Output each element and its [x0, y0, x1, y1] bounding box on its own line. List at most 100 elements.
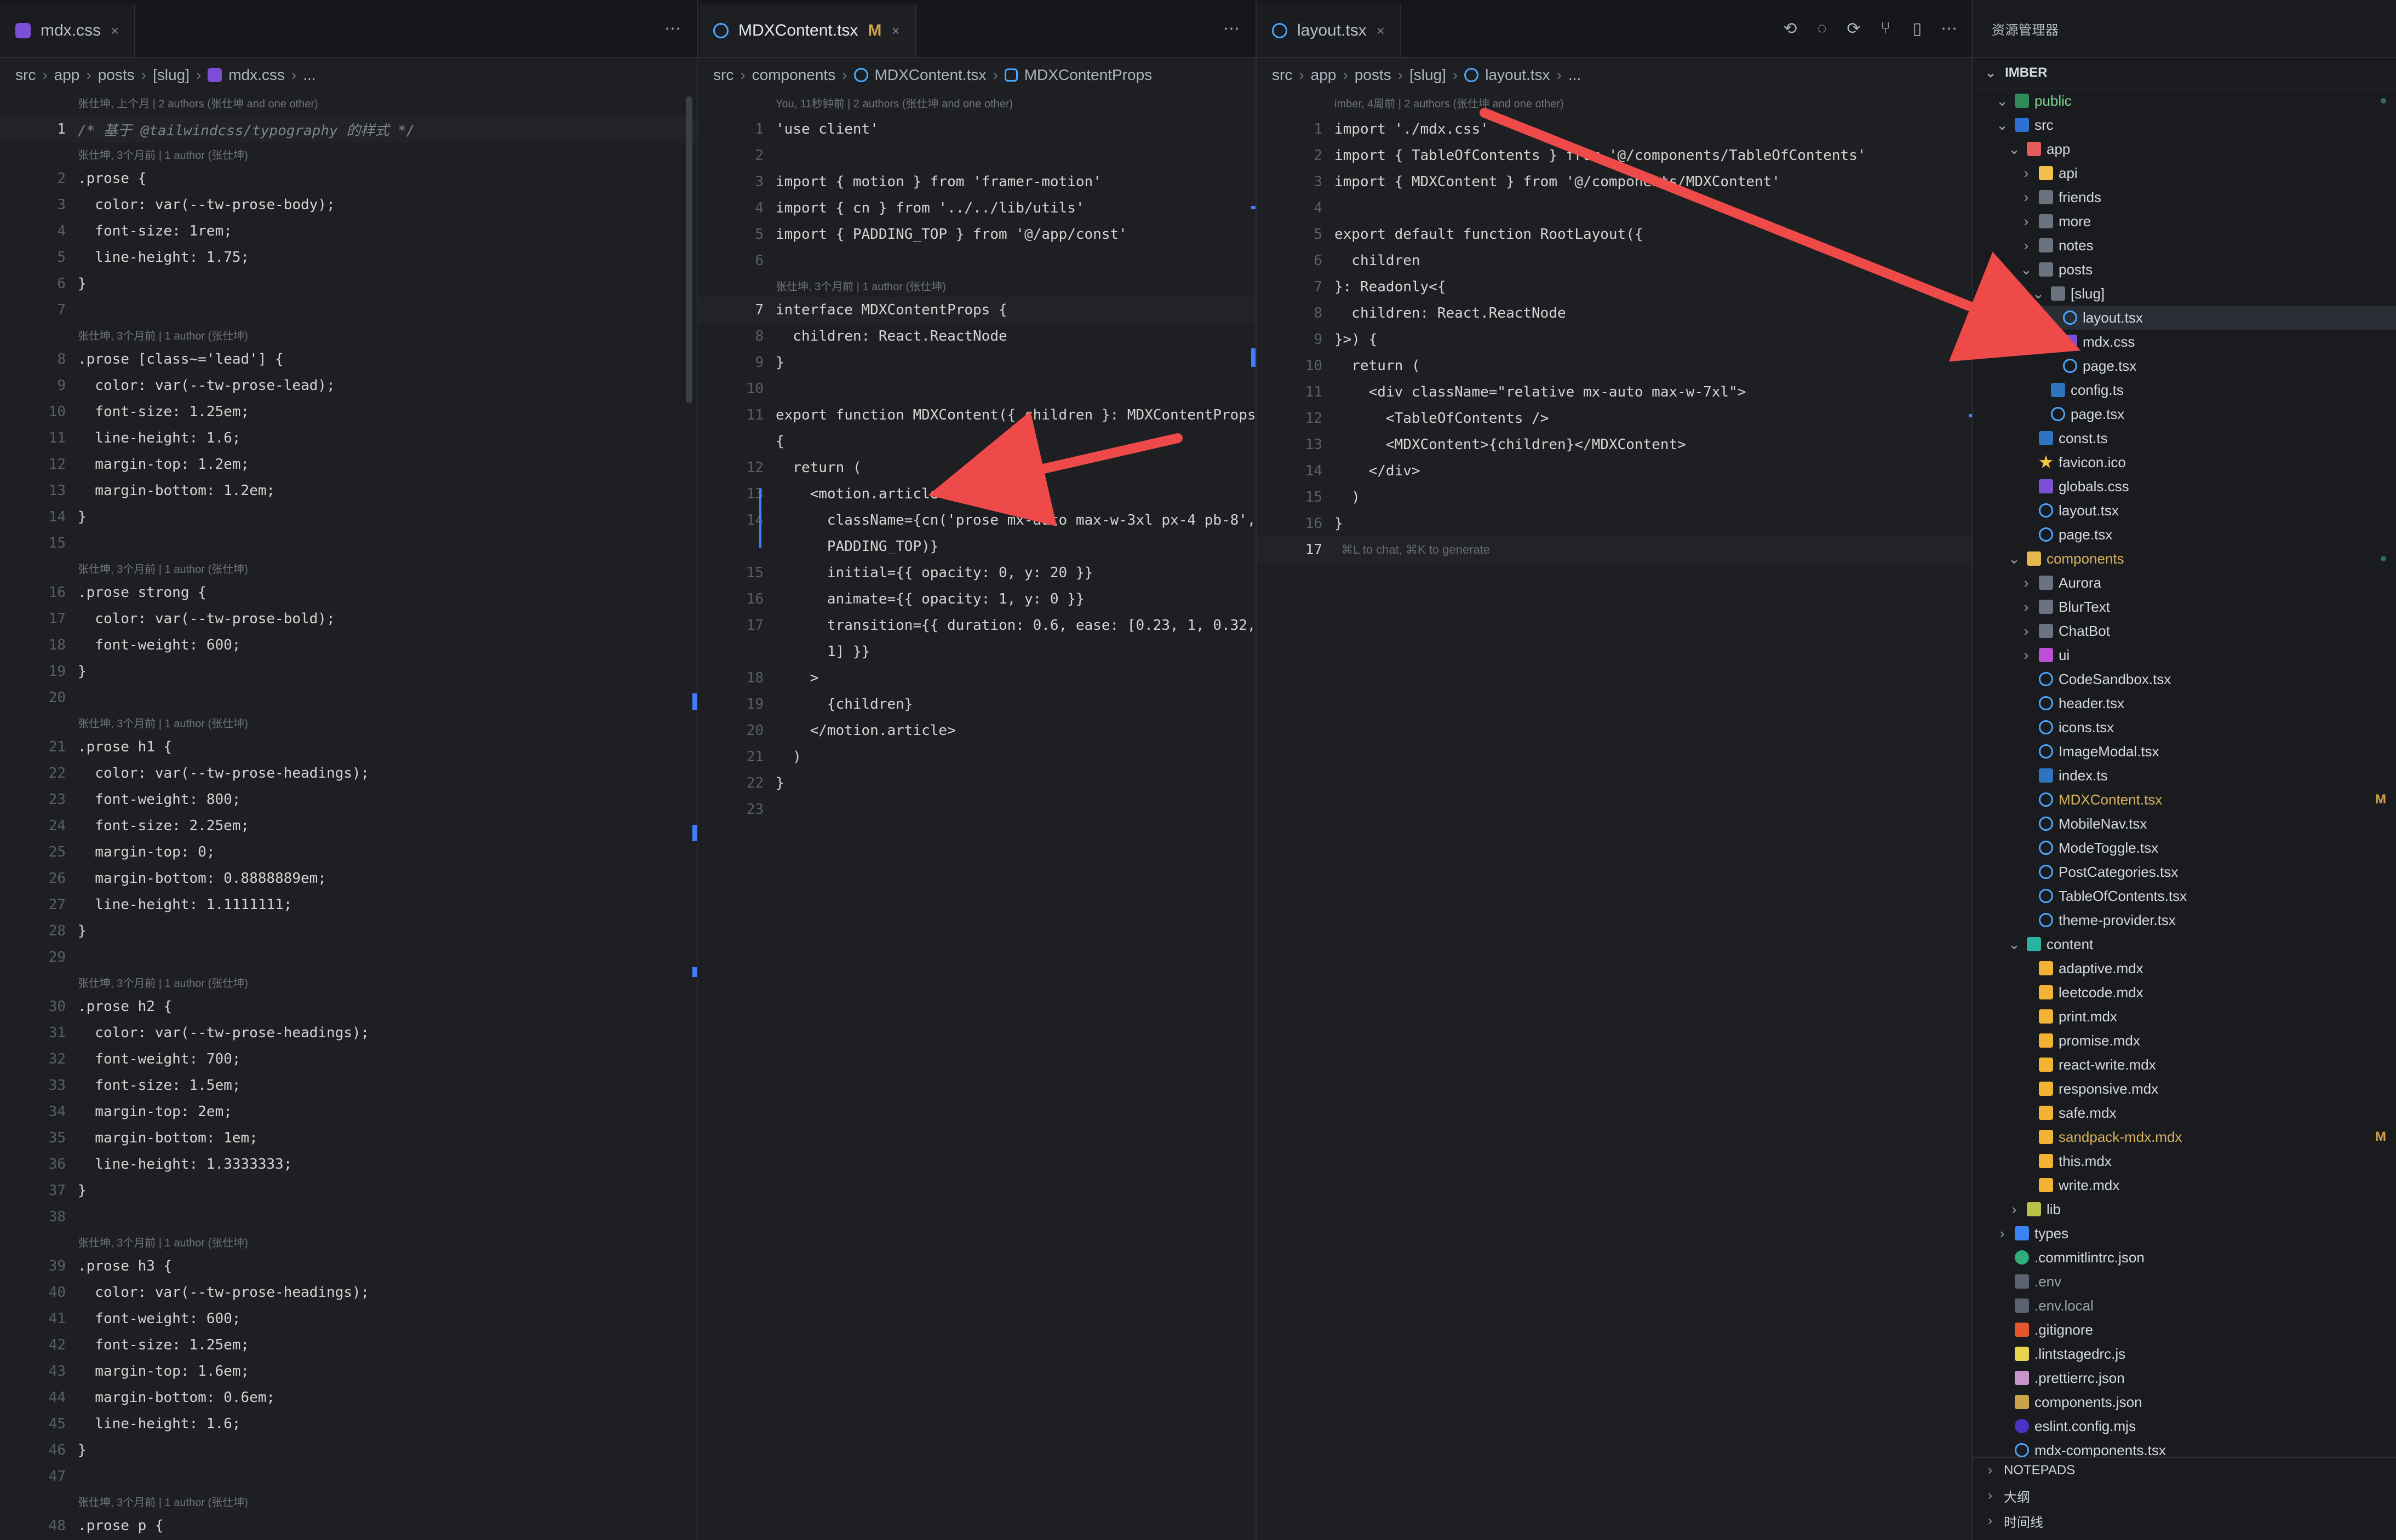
code-line[interactable]: 10 font-size: 1.25em; — [0, 399, 697, 425]
tree-item[interactable]: ⌄ posts — [1973, 257, 2396, 281]
code-line[interactable]: 8 children: React.ReactNode — [1257, 300, 1973, 326]
code-line[interactable]: 21 .prose h1 { — [0, 734, 697, 760]
tree-item[interactable]: layout.tsx — [1973, 306, 2396, 330]
tree-item[interactable]: ⌄ content — [1973, 932, 2396, 956]
breadcrumb-item[interactable]: components — [752, 66, 836, 84]
tree-item[interactable]: › lib — [1973, 1197, 2396, 1221]
tree-item[interactable]: ⌄ [slug] — [1973, 281, 2396, 306]
tree-item[interactable]: const.ts — [1973, 426, 2396, 450]
code-line[interactable]: 29 — [0, 944, 697, 970]
code-line[interactable]: PADDING_TOP)} — [698, 533, 1256, 560]
code-line[interactable]: 1 import './mdx.css' — [1257, 116, 1973, 142]
tree-item[interactable]: .lintstagedrc.js — [1973, 1342, 2396, 1366]
code-line[interactable]: 10 — [698, 376, 1256, 402]
code-line[interactable]: 32 font-weight: 700; — [0, 1046, 697, 1072]
code-line[interactable]: 17 ⌘L to chat, ⌘K to generate — [1257, 537, 1973, 563]
close-icon[interactable]: × — [891, 22, 899, 39]
tree-item[interactable]: page.tsx — [1973, 402, 2396, 426]
tree-item[interactable]: ModeToggle.tsx — [1973, 836, 2396, 860]
tab-layout[interactable]: layout.tsx × — [1257, 4, 1401, 57]
code-line[interactable]: 1] }} — [698, 639, 1256, 665]
code-line[interactable]: 20 </motion.article> — [698, 717, 1256, 744]
tree-item[interactable]: CodeSandbox.tsx — [1973, 667, 2396, 691]
code-line[interactable]: 28} — [0, 918, 697, 944]
code-line[interactable]: 24 font-size: 2.25em; — [0, 813, 697, 839]
tree-item[interactable]: › api — [1973, 161, 2396, 185]
tree-item[interactable]: globals.css — [1973, 474, 2396, 498]
code-line[interactable]: 44 margin-bottom: 0.6em; — [0, 1384, 697, 1411]
tree-item[interactable]: ⌄ public — [1973, 89, 2396, 113]
notepads-section[interactable]: › NOTEPADS — [1973, 1458, 2396, 1483]
breadcrumb-item[interactable]: src — [713, 66, 733, 84]
tree-item[interactable]: MobileNav.tsx — [1973, 812, 2396, 836]
code-line[interactable]: 3 color: var(--tw-prose-body); — [0, 192, 697, 218]
code-line[interactable]: 41 font-weight: 600; — [0, 1306, 697, 1332]
code-line[interactable]: 12 return ( — [698, 455, 1256, 481]
breadcrumb-item[interactable]: app — [54, 66, 80, 84]
tree-item[interactable]: .prettierrc.json — [1973, 1366, 2396, 1390]
git-commit-icon[interactable]: ◌ — [1812, 19, 1832, 38]
code-line[interactable]: 22 color: var(--tw-prose-headings); — [0, 760, 697, 786]
tree-item[interactable]: PostCategories.tsx — [1973, 860, 2396, 884]
code-line[interactable]: 1 /* 基于 @tailwindcss/typography 的样式 */ — [0, 116, 697, 142]
code-line[interactable]: 2 — [698, 142, 1256, 169]
code-line[interactable]: 4 import { cn } from '../../lib/utils' — [698, 195, 1256, 221]
code-line[interactable]: 12 margin-top: 1.2em; — [0, 451, 697, 478]
tree-item[interactable]: ImageModal.tsx — [1973, 739, 2396, 763]
tree-item[interactable]: .gitignore — [1973, 1318, 2396, 1342]
tree-item[interactable]: print.mdx — [1973, 1004, 2396, 1028]
breadcrumb-item[interactable]: src — [1272, 66, 1292, 84]
code-line[interactable]: 6 — [698, 248, 1256, 274]
tree-item[interactable]: › notes — [1973, 233, 2396, 257]
code-editor[interactable]: imber, 4周前 | 2 authors (张仕坤 and one othe… — [1257, 91, 1973, 1540]
breadcrumb-item[interactable]: ... — [303, 66, 316, 84]
code-line[interactable]: 20 — [0, 685, 697, 711]
code-line[interactable]: 15 ) — [1257, 484, 1973, 510]
breadcrumb-item[interactable]: posts — [98, 66, 135, 84]
outline-section[interactable]: › 大纲 — [1973, 1483, 2396, 1508]
tree-item[interactable]: promise.mdx — [1973, 1028, 2396, 1053]
code-line[interactable]: 5 export default function RootLayout({ — [1257, 221, 1973, 248]
git-compare-icon[interactable]: ⟳ — [1844, 19, 1864, 38]
split-editor-icon[interactable]: ▯ — [1907, 19, 1927, 38]
code-line[interactable]: 2 import { TableOfContents } from '@/comp… — [1257, 142, 1973, 169]
code-line[interactable]: 14 className={cn('prose mx-auto max-w-3x… — [698, 507, 1256, 533]
code-line[interactable]: 6 children — [1257, 248, 1973, 274]
code-line[interactable]: 7 — [0, 297, 697, 323]
more-actions-icon[interactable]: ⋯ — [1939, 19, 1959, 38]
code-line[interactable]: 43 margin-top: 1.6em; — [0, 1358, 697, 1384]
code-editor[interactable]: 张仕坤, 上个月 | 2 authors (张仕坤 and one other)… — [0, 91, 697, 1540]
code-line[interactable]: 8 children: React.ReactNode — [698, 323, 1256, 349]
code-line[interactable]: 16 .prose strong { — [0, 579, 697, 606]
tree-item[interactable]: › BlurText — [1973, 595, 2396, 619]
tree-item[interactable]: components.json — [1973, 1390, 2396, 1414]
code-editor[interactable]: You, 11秒钟前 | 2 authors (张仕坤 and one othe… — [698, 91, 1256, 1540]
code-line[interactable]: 1 'use client' — [698, 116, 1256, 142]
code-line[interactable]: 33 font-size: 1.5em; — [0, 1072, 697, 1099]
tree-item[interactable]: ⌄ app — [1973, 137, 2396, 161]
code-line[interactable]: 22} — [698, 770, 1256, 796]
code-line[interactable]: 13 margin-bottom: 1.2em; — [0, 478, 697, 504]
breadcrumb-item[interactable]: app — [1311, 66, 1337, 84]
tree-item[interactable]: react-write.mdx — [1973, 1053, 2396, 1077]
code-line[interactable]: 31 color: var(--tw-prose-headings); — [0, 1020, 697, 1046]
code-line[interactable]: 7}: Readonly<{ — [1257, 274, 1973, 300]
code-line[interactable]: 13 <motion.article — [698, 481, 1256, 507]
code-line[interactable]: 40 color: var(--tw-prose-headings); — [0, 1279, 697, 1306]
breadcrumb-item[interactable]: posts — [1355, 66, 1391, 84]
workspace-root[interactable]: ⌄ IMBER — [1973, 58, 2396, 89]
timeline-section[interactable]: › 时间线 — [1973, 1508, 2396, 1533]
code-line[interactable]: 47 — [0, 1463, 697, 1490]
tree-item[interactable]: .commitlintrc.json — [1973, 1245, 2396, 1269]
code-line[interactable]: 34 margin-top: 2em; — [0, 1099, 697, 1125]
code-line[interactable]: 7 interface MDXContentProps { — [698, 297, 1256, 323]
scrollbar-thumb[interactable] — [686, 96, 692, 403]
code-line[interactable]: 21 ) — [698, 744, 1256, 770]
code-line[interactable]: 15 — [0, 530, 697, 556]
code-line[interactable]: 11 <div className="relative mx-auto max-… — [1257, 379, 1973, 405]
code-line[interactable]: 15 initial={{ opacity: 0, y: 20 }} — [698, 560, 1256, 586]
code-line[interactable]: 9}>) { — [1257, 326, 1973, 353]
code-line[interactable]: 46} — [0, 1437, 697, 1463]
tree-item[interactable]: responsive.mdx — [1973, 1077, 2396, 1101]
code-line[interactable]: 23 font-weight: 800; — [0, 786, 697, 813]
